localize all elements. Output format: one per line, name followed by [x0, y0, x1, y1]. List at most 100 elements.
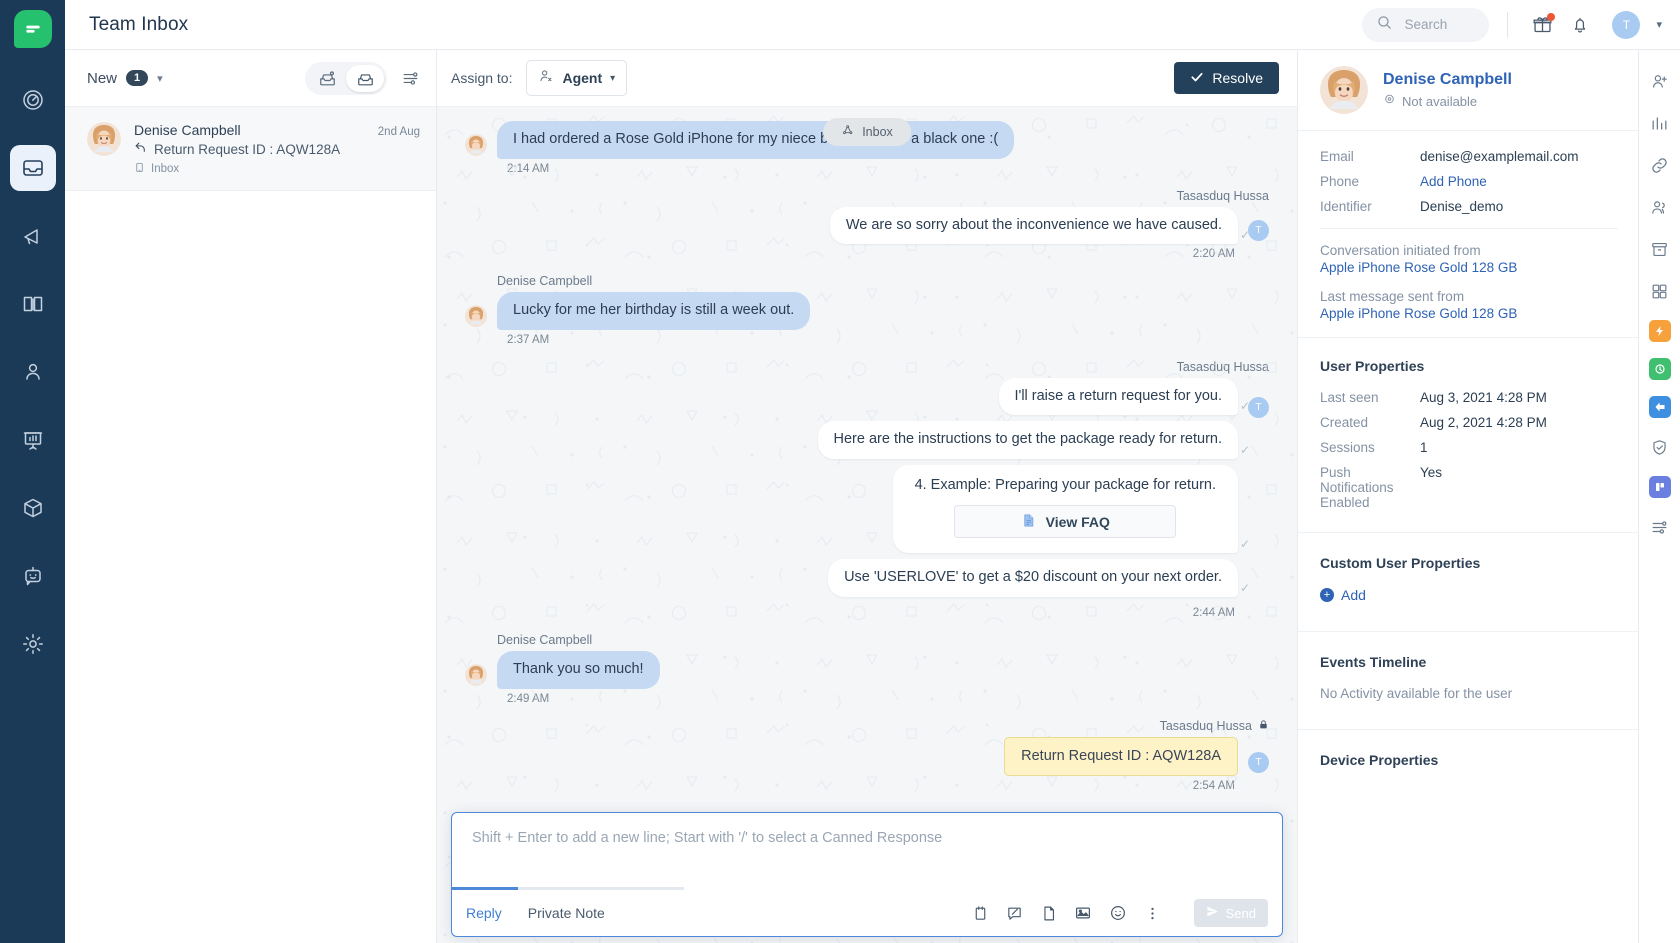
avatar: T — [1248, 397, 1269, 419]
calendar-icon[interactable] — [972, 905, 989, 922]
view-faq-label: View FAQ — [1045, 513, 1110, 530]
avatar[interactable]: T — [1612, 10, 1641, 39]
send-button[interactable]: Send — [1193, 899, 1268, 927]
events-timeline-section: Events Timeline No Activity available fo… — [1298, 632, 1638, 730]
sidebar-item-apps[interactable] — [10, 485, 56, 531]
image-icon[interactable] — [1074, 904, 1092, 922]
avatar — [465, 304, 487, 327]
search-input[interactable]: Search — [1362, 7, 1490, 42]
property-key: Push Notifications Enabled — [1320, 465, 1394, 510]
more-options-icon[interactable] — [1144, 905, 1161, 922]
message-bubble: I'll raise a return request for you. ✓ — [998, 377, 1250, 416]
gift-icon[interactable] — [1526, 9, 1558, 41]
message-bubble: Here are the instructions to get the pac… — [817, 421, 1250, 459]
delivered-check-icon: ✓ — [1239, 442, 1250, 457]
channel-label: Inbox — [151, 163, 180, 175]
chevron-down-icon[interactable]: ▾ — [157, 72, 163, 85]
message-timestamp: 2:37 AM — [507, 333, 550, 346]
inbox-chip-label: Inbox — [862, 125, 893, 139]
message-row: Return Request ID : AQW128A T — [465, 736, 1269, 777]
sidebar-item-dashboard[interactable] — [10, 77, 56, 123]
sidebar-item-reports[interactable] — [10, 417, 56, 463]
emoji-icon[interactable] — [1109, 904, 1127, 922]
property-value: Aug 3, 2021 4:28 PM — [1420, 390, 1547, 405]
avatar — [465, 133, 487, 156]
message-row: Thank you so much! — [465, 650, 1269, 689]
sidebar-item-bots[interactable] — [10, 553, 56, 599]
add-phone-link[interactable]: Add Phone — [1420, 174, 1487, 189]
tab-private-note[interactable]: Private Note — [528, 905, 605, 921]
app-settings-icon[interactable] — [1647, 514, 1673, 540]
attach-file-icon[interactable] — [1040, 905, 1057, 922]
list-item[interactable]: Denise Campbell 2nd Aug Return Request I… — [65, 107, 436, 191]
archive-icon[interactable] — [1647, 236, 1673, 262]
view-faq-button[interactable]: View FAQ — [954, 505, 1177, 539]
resolve-button[interactable]: Resolve — [1174, 62, 1279, 94]
assignee-dropdown[interactable]: Agent ▾ — [526, 60, 628, 96]
section-title: Custom User Properties — [1320, 555, 1481, 571]
bell-icon[interactable] — [1564, 9, 1596, 41]
canned-response-icon[interactable] — [1006, 905, 1023, 922]
delivered-check-icon: ✓ — [1239, 537, 1250, 552]
unassigned-inbox-icon[interactable] — [308, 65, 346, 92]
contact-details-panel[interactable]: Denise Campbell Not available Email deni… — [1297, 50, 1638, 943]
source-label: Last message sent from — [1320, 289, 1465, 304]
sidebar-item-inbox[interactable] — [9, 145, 56, 191]
field-key: Identifier — [1320, 199, 1372, 214]
message-bubble: Use 'USERLOVE' to get a $20 discount on … — [828, 559, 1250, 597]
app-blue-icon[interactable] — [1648, 396, 1671, 418]
message-timestamp: 2:14 AM — [507, 162, 550, 175]
contact-name[interactable]: Denise Campbell — [1383, 71, 1512, 89]
plus-icon: + — [1320, 588, 1334, 602]
sidebar-item-campaigns[interactable] — [10, 213, 56, 259]
chevron-down-icon[interactable]: ▾ — [1656, 18, 1662, 31]
avatar — [465, 663, 487, 686]
delivered-check-icon: ✓ — [1239, 399, 1250, 414]
contact-header: Denise Campbell Not available — [1298, 50, 1638, 131]
section-title: User Properties — [1320, 358, 1425, 374]
message-bubble: I had ordered a Rose Gold iPhone for my … — [497, 121, 1015, 159]
brand-logo-icon[interactable] — [13, 10, 52, 48]
grid-icon[interactable] — [1647, 278, 1673, 304]
message-sender: Tasasduq Hussa — [465, 360, 1269, 374]
analytics-icon[interactable] — [1647, 110, 1673, 136]
message-list[interactable]: Inbox I had ordered a Rose Gold iPhone f… — [437, 107, 1297, 943]
composer-tools: Send — [972, 899, 1268, 927]
field-row: Email denise@examplemail.com — [1320, 149, 1618, 164]
message-text: Use 'USERLOVE' to get a $20 discount on … — [844, 569, 1222, 586]
sidebar-item-settings[interactable] — [10, 621, 56, 667]
message-text: 4. Example: Preparing your package for r… — [914, 476, 1216, 493]
user-properties-section: User Properties Last seen Aug 3, 2021 4:… — [1298, 338, 1638, 533]
app-shield-icon[interactable] — [1647, 434, 1673, 460]
sidebar-item-knowledge-base[interactable] — [10, 281, 56, 327]
sender-name: Tasasduq Hussa — [1176, 359, 1269, 374]
assigned-inbox-icon[interactable] — [346, 64, 384, 92]
section-title: Events Timeline — [1320, 654, 1427, 670]
snippet-text: Return Request ID : AQW128A — [154, 141, 341, 157]
sidebar-item-contacts[interactable] — [10, 349, 56, 395]
person-add-icon[interactable] — [1647, 68, 1673, 94]
filter-label[interactable]: New — [87, 70, 117, 87]
conversation-channel: Inbox — [134, 162, 420, 176]
source-value-link[interactable]: Apple iPhone Rose Gold 128 GB — [1320, 260, 1618, 275]
source-value-link[interactable]: Apple iPhone Rose Gold 128 GB — [1320, 306, 1618, 321]
composer-input[interactable]: Shift + Enter to add a new line; Start w… — [452, 813, 1282, 887]
tab-reply[interactable]: Reply — [466, 905, 502, 921]
field-key: Phone — [1320, 174, 1360, 189]
people-icon[interactable] — [1647, 194, 1673, 220]
left-nav-rail — [0, 0, 65, 943]
message-row: I'll raise a return request for you. ✓ T… — [465, 377, 1269, 603]
app-indigo-icon[interactable] — [1648, 476, 1671, 498]
right-tool-rail — [1638, 50, 1680, 943]
app-green-icon[interactable] — [1648, 358, 1671, 380]
property-row: Push Notifications Enabled Yes — [1320, 465, 1618, 510]
link-icon[interactable] — [1647, 152, 1673, 178]
inbox-toggle-group — [305, 61, 387, 95]
content-columns: New 1 ▾ Denise Campbell 2nd Aug Return R… — [65, 50, 1680, 943]
message-sender: Denise Campbell — [497, 274, 1269, 288]
app-orange-icon[interactable] — [1648, 320, 1671, 342]
message-bubble: Lucky for me her birthday is still a wee… — [497, 292, 811, 330]
add-custom-property-button[interactable]: + Add — [1320, 587, 1618, 603]
sliders-icon[interactable] — [401, 69, 420, 88]
conversation-snippet: Return Request ID : AQW128A — [134, 141, 420, 157]
